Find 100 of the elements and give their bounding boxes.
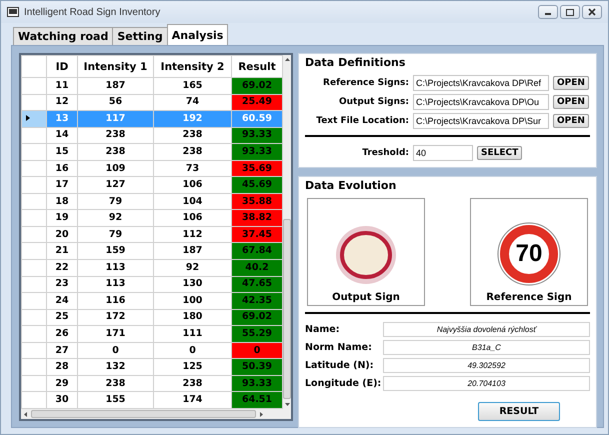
table-cell: 15 (46, 144, 78, 160)
table-cell: 35.69 (232, 160, 282, 177)
table-cell: 25 (46, 309, 78, 326)
image-caption: Output Sign (332, 292, 400, 303)
tab[interactable]: Analysis (166, 24, 228, 45)
window-title: Intelligent Road Sign Inventory (24, 6, 160, 18)
table-cell: 132 (78, 358, 154, 376)
table-cell: 11 (46, 78, 78, 94)
maximize-button[interactable] (560, 5, 580, 19)
table-cell: 18 (46, 193, 78, 210)
path-field[interactable]: C:\Projects\Kravcakova DP\Ou (413, 94, 549, 110)
info-field[interactable]: 20.704103 (383, 376, 590, 391)
table-cell: 92 (154, 260, 232, 276)
table-cell: 67.84 (232, 242, 282, 260)
table-cell: 79 (78, 226, 154, 243)
column-header[interactable]: Intensity 1 (78, 56, 154, 78)
table-cell: 16 (46, 160, 78, 177)
table-cell: 180 (154, 309, 232, 326)
table-cell: 35.88 (232, 193, 282, 210)
threshold-field[interactable]: 40 (413, 145, 473, 161)
table-cell: 113 (78, 260, 154, 276)
table-cell: 21 (46, 242, 78, 260)
table-cell: 165 (154, 78, 232, 94)
current-row-icon (26, 114, 30, 121)
path-field[interactable]: C:\Projects\Kravcakova DP\Sur (413, 113, 549, 129)
result-button[interactable]: RESULT (478, 402, 560, 421)
table-cell: 100 (154, 292, 232, 310)
row-header (22, 56, 46, 78)
table-cell: 171 (78, 326, 154, 342)
table-cell: 238 (154, 127, 232, 144)
table-cell: 111 (154, 326, 232, 342)
open-button[interactable]: OPEN (553, 95, 589, 109)
table-cell: 130 (154, 276, 232, 293)
vertical-scrollbar[interactable] (283, 55, 291, 409)
minimize-button[interactable] (538, 5, 558, 19)
sign-ring-icon (497, 222, 561, 286)
scroll-up-icon (284, 58, 290, 61)
table-cell: 17 (46, 176, 78, 194)
table-cell: 113 (78, 276, 154, 293)
column-header[interactable]: ID (46, 56, 78, 78)
close-button[interactable] (582, 5, 602, 19)
table-cell: 238 (154, 375, 232, 392)
table-cell: 238 (78, 127, 154, 144)
path-field[interactable]: C:\Projects\Kravcakova DP\Ref (413, 75, 549, 91)
table-cell: 238 (78, 375, 154, 392)
table-cell: 93.33 (232, 375, 282, 392)
table-cell: 117 (78, 110, 154, 128)
close-icon (588, 8, 596, 16)
info-field[interactable]: 49.302592 (383, 358, 590, 373)
field-label: Norm Name: (305, 342, 373, 353)
table-cell: 60.59 (232, 110, 282, 128)
table-cell: 14 (46, 127, 78, 144)
table-cell: 0 (154, 342, 232, 359)
scroll-thumb[interactable] (283, 219, 291, 399)
tab[interactable]: Watching road (13, 27, 114, 45)
table-cell: 40.2 (232, 260, 282, 276)
sign-number: 70 (514, 239, 544, 269)
field-label: Longitude (E): (305, 378, 379, 389)
table-cell: 93.33 (232, 127, 282, 144)
scroll-right-icon (260, 412, 263, 416)
table-cell: 73 (154, 160, 232, 177)
table-cell: 104 (154, 193, 232, 210)
table-cell: 69.02 (232, 78, 282, 94)
table-cell: 13 (46, 110, 78, 128)
field-label: Output Signs: (338, 97, 409, 107)
table-cell: 28 (46, 358, 78, 376)
column-header[interactable]: Intensity 2 (154, 56, 232, 78)
select-button[interactable]: SELECT (477, 146, 522, 160)
table-cell: 0 (78, 342, 154, 359)
scroll-down-icon (284, 403, 290, 406)
table-cell: 38.82 (232, 210, 282, 226)
table-cell: 19 (46, 210, 78, 226)
table-cell: 238 (78, 144, 154, 160)
table-cell: 187 (154, 242, 232, 260)
open-button[interactable]: OPEN (553, 76, 589, 90)
maximize-icon (566, 8, 574, 16)
open-button[interactable]: OPEN (553, 114, 589, 128)
table-cell: 112 (154, 226, 232, 243)
info-field[interactable]: Najvyššia dovolená rýchlosť (383, 322, 590, 337)
photo-placeholder (335, 224, 397, 286)
table-cell: 0 (232, 342, 282, 359)
panel-title: Data Definitions (305, 56, 406, 69)
tab[interactable]: Setting (112, 27, 168, 45)
field-label: Latitude (N): (305, 360, 375, 371)
horizontal-scrollbar[interactable] (21, 409, 291, 419)
table-cell: 26 (46, 326, 78, 342)
table-cell: 192 (154, 110, 232, 128)
table-cell: 69.02 (232, 309, 282, 326)
table-cell: 23 (46, 276, 78, 293)
table-cell: 106 (154, 176, 232, 194)
table-cell: 47.65 (232, 276, 282, 293)
table-cell: 79 (78, 193, 154, 210)
table-cell: 238 (154, 144, 232, 160)
row-header[interactable] (22, 110, 46, 128)
scroll-thumb[interactable] (31, 410, 256, 418)
table-cell: 125 (154, 358, 232, 376)
table-cell: 50.39 (232, 358, 282, 376)
info-field[interactable]: B31a_C (383, 340, 590, 355)
table-cell: 106 (154, 210, 232, 226)
table-cell: 93.33 (232, 144, 282, 160)
